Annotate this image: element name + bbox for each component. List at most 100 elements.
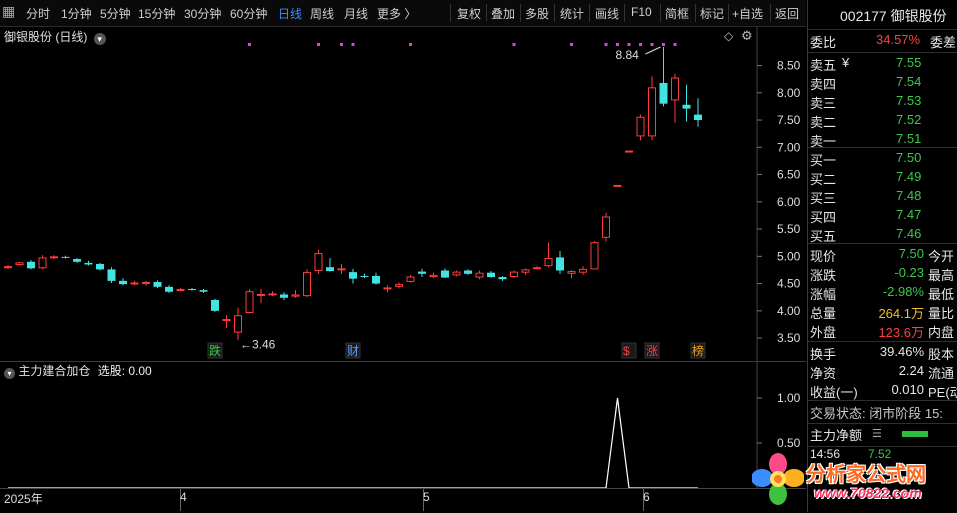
candle-body <box>567 271 576 274</box>
candle-body <box>383 287 392 290</box>
stat-row: 净资 2.24 流通 <box>810 363 954 383</box>
y-axis-label: 5.50 <box>777 222 801 236</box>
candle-body <box>464 270 472 274</box>
x-axis-label: 6 <box>643 490 650 504</box>
ask-price: 7.54 <box>896 74 922 89</box>
kline-chart-area[interactable]: 8.50 8.00 7.50 7.00 6.50 6.00 5.50 5.00 4.50 4.00… <box>0 27 806 361</box>
candle-body <box>314 253 323 272</box>
restore-rights-button[interactable]: 复权 <box>457 5 481 22</box>
candle-body <box>671 77 679 101</box>
candle-body <box>257 293 265 296</box>
add-favorite-button[interactable]: +自选 <box>732 5 763 22</box>
tab-1min[interactable]: 1分钟 <box>61 5 92 22</box>
ask-row[interactable]: 卖二 7.52 <box>810 112 921 132</box>
bid-row[interactable]: 买二 7.49 <box>810 169 921 189</box>
candle-body <box>188 289 196 291</box>
stat-label: 涨跌 <box>810 268 837 283</box>
weibi-row: 委比 34.57% 委差 <box>810 32 956 52</box>
watermark-url: www.70822.com <box>814 485 922 501</box>
stat-label: 现价 <box>810 249 837 264</box>
tab-monthly[interactable]: 月线 <box>344 5 368 22</box>
tab-minute[interactable]: 分时 <box>26 5 50 22</box>
settings-gear-icon[interactable]: ⚙ <box>741 28 753 44</box>
signal-marker <box>351 43 355 46</box>
indicator-name[interactable]: 主力建合加仓 <box>18 364 90 378</box>
tab-15min[interactable]: 15分钟 <box>138 5 175 22</box>
main-net-bar <box>902 431 928 437</box>
ask-row[interactable]: 卖三 7.53 <box>810 93 921 113</box>
chart-title-text: 御银股份 (日线) <box>4 30 88 44</box>
x-axis-label: 5 <box>423 490 430 504</box>
back-button[interactable]: 返回 <box>775 5 799 22</box>
candle-body <box>556 257 564 271</box>
candle-body <box>50 256 58 259</box>
diamond-icon[interactable]: ◇ <box>724 29 733 43</box>
ask-row[interactable]: 卖五 ¥7.55 <box>810 55 921 75</box>
signal-marker <box>604 43 608 46</box>
overlay-button[interactable]: 叠加 <box>491 5 515 22</box>
candle-body <box>349 272 357 279</box>
list-icon[interactable]: ☰ <box>872 427 882 440</box>
mark-button[interactable]: 标记 <box>700 5 724 22</box>
candle-body <box>590 242 599 270</box>
indicator-chart-area[interactable]: 1.00 0.50 ▾ 主力建合加仓 选股: 0.00 <box>0 362 806 488</box>
tab-daily[interactable]: 日线 <box>278 5 302 22</box>
chevron-down-icon[interactable]: ▾ <box>93 33 106 45</box>
watermark-brand: 分析家公式网 <box>806 464 926 486</box>
divider <box>808 29 957 30</box>
candle-body <box>475 272 484 278</box>
draw-line-button[interactable]: 画线 <box>595 5 619 22</box>
stat-label: 总量 <box>810 306 837 321</box>
signal-marker <box>650 43 654 46</box>
candle-body <box>153 281 162 287</box>
tab-60min[interactable]: 60分钟 <box>230 5 267 22</box>
ask-row[interactable]: 卖一 7.51 <box>810 131 921 151</box>
divider <box>808 243 957 244</box>
stat-row: 涨幅 -2.98% 最低 <box>810 284 954 304</box>
stat-value: 0.010 <box>891 382 924 397</box>
stat-tail-label: 最低 <box>928 287 955 302</box>
candle-body <box>521 269 530 273</box>
stat-label: 换手 <box>810 347 837 362</box>
grid-menu-icon[interactable]: ▦ <box>2 3 15 20</box>
divider <box>808 52 957 53</box>
stat-value: 2.24 <box>898 363 924 378</box>
candle-body <box>406 276 415 282</box>
y-axis-label: 7.00 <box>777 140 801 154</box>
candle-body <box>613 184 622 187</box>
simple-frame-button[interactable]: 简框 <box>665 5 689 22</box>
weibi-value: 34.57% <box>876 32 921 47</box>
stat-value: 39.46% <box>879 344 924 359</box>
ask-row[interactable]: 卖四 7.54 <box>810 74 921 94</box>
chevron-down-icon[interactable]: ▾ <box>4 368 15 379</box>
candle-body <box>360 275 369 277</box>
weibi-label: 委比 <box>810 35 837 50</box>
kline-chart-svg[interactable]: 8.50 8.00 7.50 7.00 6.50 6.00 5.50 5.00 4.50 4.00… <box>0 27 806 361</box>
stat-tail-label: 最高 <box>928 268 955 283</box>
candle-body <box>27 261 35 269</box>
tab-weekly[interactable]: 周线 <box>310 5 334 22</box>
stat-tail-label: 内盘 <box>928 325 955 340</box>
x-axis-label: 4 <box>180 490 187 504</box>
bid-row[interactable]: 买四 7.47 <box>810 207 921 227</box>
y-axis-label: 4.00 <box>777 304 801 318</box>
f10-button[interactable]: F10 <box>631 5 652 19</box>
candle-body <box>245 291 254 314</box>
stat-row: 外盘 123.6万 内盘 <box>810 322 954 342</box>
y-axis-label: 0.50 <box>777 436 801 450</box>
statistics-button[interactable]: 统计 <box>560 5 584 22</box>
tab-30min[interactable]: 30分钟 <box>184 5 221 22</box>
tab-more[interactable]: 更多 〉 <box>377 5 416 22</box>
bid-row[interactable]: 买三 7.48 <box>810 188 921 208</box>
candle-body <box>268 293 277 296</box>
bid-row[interactable]: 买一 7.50 <box>810 150 921 170</box>
tab-5min[interactable]: 5分钟 <box>100 5 131 22</box>
candle-body <box>659 82 668 104</box>
stock-code-name: 002177 御银股份 <box>840 8 947 24</box>
toolbar-divider <box>520 4 521 22</box>
indicator-chart-svg[interactable]: 1.00 0.50 <box>0 362 806 488</box>
y-axis-label: 7.50 <box>777 113 801 127</box>
candle-body <box>130 282 139 285</box>
event-mark: 涨 <box>646 343 658 358</box>
multi-stock-button[interactable]: 多股 <box>525 5 549 22</box>
